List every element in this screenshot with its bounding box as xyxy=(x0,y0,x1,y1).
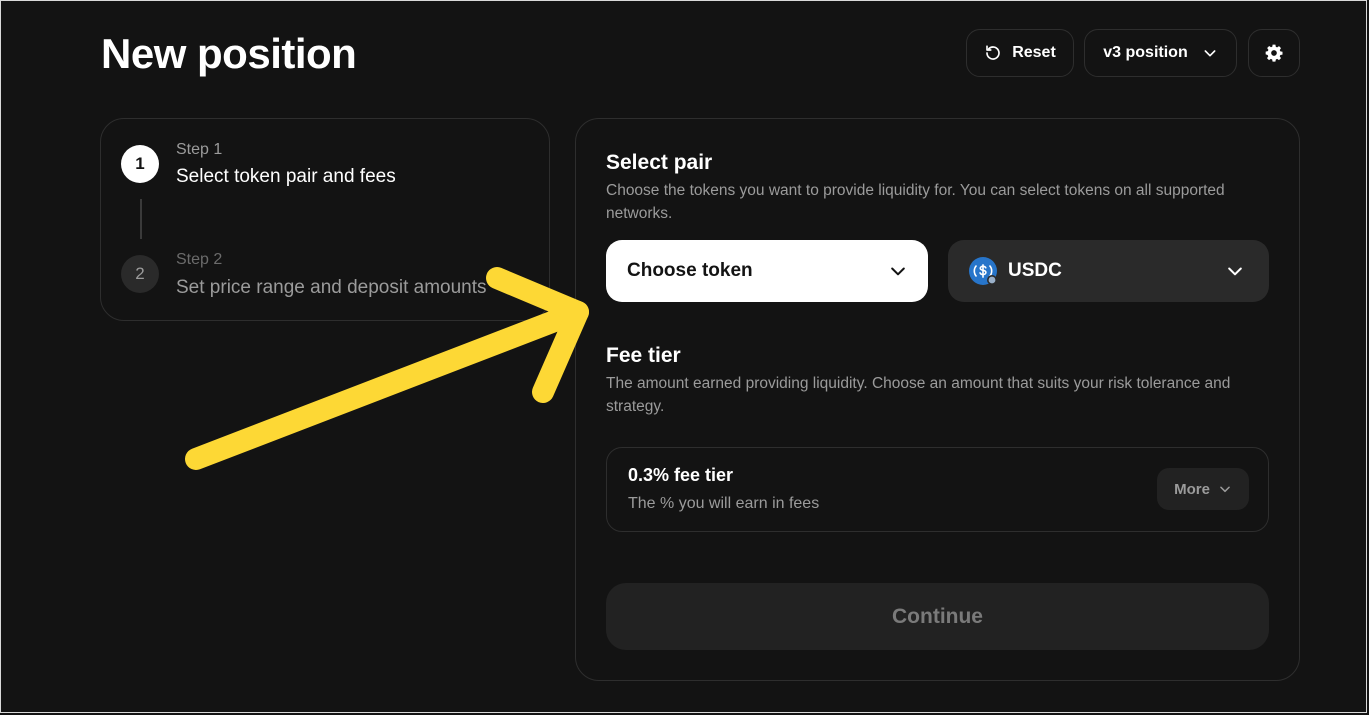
chevron-down-icon xyxy=(1218,482,1232,496)
token-a-selector[interactable]: Choose token xyxy=(606,240,928,302)
fee-tier-description: The amount earned providing liquidity. C… xyxy=(606,375,1231,415)
position-form-card: Select pair Choose the tokens you want t… xyxy=(575,118,1300,681)
step-connector xyxy=(140,199,142,239)
fee-tier-box: 0.3% fee tier The % you will earn in fee… xyxy=(606,447,1269,532)
select-pair-title: Select pair xyxy=(606,151,713,174)
fee-tier-selected: 0.3% fee tier xyxy=(628,465,734,485)
fee-tier-title: Fee tier xyxy=(606,344,681,367)
chevron-down-icon xyxy=(1225,261,1245,281)
fee-tier-subtitle: The % you will earn in fees xyxy=(628,495,820,512)
step-1-number: 1 xyxy=(121,145,159,183)
steps-panel: 1 Step 1 Select token pair and fees 2 St… xyxy=(100,118,550,321)
position-version-dropdown[interactable]: v3 position xyxy=(1084,29,1237,77)
continue-button[interactable]: Continue xyxy=(606,583,1269,650)
settings-button[interactable] xyxy=(1248,29,1300,77)
gear-icon xyxy=(1264,43,1284,63)
token-b-label: USDC xyxy=(1008,260,1062,281)
step-2-label: Step 2 xyxy=(176,251,223,268)
chevron-down-icon xyxy=(1202,45,1218,61)
token-a-label: Choose token xyxy=(627,260,753,281)
step-2-title: Set price range and deposit amounts xyxy=(176,277,487,298)
version-label: v3 position xyxy=(1103,44,1188,61)
step-2-number: 2 xyxy=(121,255,159,293)
reset-label: Reset xyxy=(1012,44,1056,61)
reset-button[interactable]: Reset xyxy=(966,29,1074,77)
more-label: More xyxy=(1174,480,1210,498)
step-1-title: Select token pair and fees xyxy=(176,166,396,187)
usdc-logo-icon xyxy=(968,256,998,286)
reset-icon xyxy=(984,44,1002,62)
page-title: New position xyxy=(101,30,357,77)
chevron-down-icon xyxy=(888,261,908,281)
fee-tier-more-button[interactable]: More xyxy=(1157,468,1249,510)
token-b-selector[interactable]: USDC xyxy=(948,240,1269,302)
step-1-label: Step 1 xyxy=(176,141,223,158)
select-pair-description: Choose the tokens you want to provide li… xyxy=(606,182,1225,222)
